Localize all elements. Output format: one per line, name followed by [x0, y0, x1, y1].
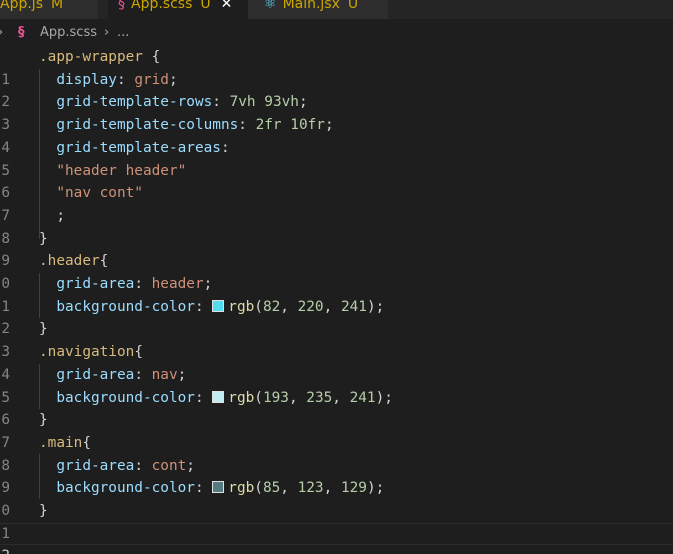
- code-line[interactable]: 3 grid-template-rows: 7vh 93vh;: [0, 91, 673, 133]
- css-selector: .app-wrapper: [39, 49, 143, 65]
- color-swatch[interactable]: [212, 481, 225, 494]
- css-property: background-color: [56, 298, 195, 315]
- css-property: background-color: [56, 389, 195, 406]
- css-value: 10fr: [290, 117, 325, 134]
- close-brace: }: [39, 412, 48, 429]
- css-number: 129: [340, 480, 367, 497]
- tab-app-scss[interactable]: § App.scss U ✕: [108, 0, 248, 19]
- tab-label: Main.jsx: [282, 0, 340, 12]
- css-function: rgb: [228, 480, 255, 497]
- css-function: rgb: [228, 298, 255, 315]
- code-line[interactable]: 1 }: [0, 500, 673, 542]
- code-line[interactable]: 8 .main{: [0, 432, 673, 474]
- css-number: 241: [340, 298, 367, 315]
- breadcrumb-file[interactable]: App.scss: [40, 20, 97, 46]
- code-line[interactable]: 2 display: grid;: [0, 69, 673, 111]
- code-line[interactable]: 2 background-color: rgb(82, 220, 241);: [0, 296, 673, 338]
- sass-file-icon: §: [118, 0, 125, 12]
- sass-file-icon: §: [18, 25, 25, 40]
- code-line[interactable]: 0 background-color: rgb(85, 123, 129);: [0, 477, 673, 519]
- tab-status-untracked: U: [200, 0, 211, 12]
- vscode-window: App.js M § App.scss U ✕ ⚛ Main.jsx U › § App.s…: [0, 0, 673, 554]
- chevron-right-icon[interactable]: ›: [0, 20, 3, 46]
- tab-status-modified: M: [50, 0, 64, 12]
- code-line-current[interactable]: 2: [0, 523, 673, 554]
- code-line[interactable]: 8 ;: [0, 205, 673, 247]
- chevron-right-icon: ›: [104, 25, 110, 40]
- tab-label: App.js: [0, 0, 43, 12]
- css-number: 123: [297, 480, 324, 497]
- css-value: 2fr: [255, 117, 282, 134]
- code-line[interactable]: 4 .navigation{: [0, 341, 673, 383]
- code-editor[interactable]: 1 .app-wrapper { 2 display: grid; 3 grid…: [0, 46, 673, 554]
- css-value: 93vh: [264, 94, 299, 111]
- open-brace: {: [151, 49, 161, 65]
- css-value: grid: [134, 71, 169, 88]
- close-brace: }: [39, 230, 48, 247]
- tab-label: App.scss: [131, 0, 193, 12]
- color-swatch[interactable]: [212, 390, 225, 403]
- css-function: rgb: [228, 389, 255, 406]
- close-icon[interactable]: ✕: [221, 0, 233, 12]
- react-file-icon: ⚛: [264, 0, 277, 12]
- editor-tab-bar: App.js M § App.scss U ✕ ⚛ Main.jsx U: [0, 0, 673, 19]
- close-brace: }: [39, 321, 48, 338]
- code-line[interactable]: 5 grid-template-areas:: [0, 137, 673, 179]
- color-swatch[interactable]: [212, 299, 225, 312]
- breadcrumb: › § App.scss › ...: [0, 20, 673, 46]
- css-property: display: [56, 71, 117, 88]
- open-brace: {: [99, 253, 109, 270]
- close-brace: }: [39, 503, 48, 519]
- code-line[interactable]: 5 grid-area: nav;: [0, 364, 673, 406]
- breadcrumb-symbols[interactable]: ...: [117, 20, 129, 46]
- code-line[interactable]: 1 .app-wrapper {: [0, 46, 673, 88]
- code-line[interactable]: 7 }: [0, 409, 673, 451]
- tab-status-untracked: U: [347, 0, 359, 12]
- code-line[interactable]: 7 "nav cont": [0, 182, 673, 224]
- css-selector: .header: [39, 253, 100, 270]
- css-property: background-color: [56, 480, 195, 497]
- line-number: 2: [0, 545, 10, 554]
- code-line[interactable]: 4 grid-template-columns: 2fr 10fr;: [0, 114, 673, 156]
- css-string: "nav cont": [56, 185, 143, 202]
- css-number: 235: [306, 389, 333, 406]
- css-property: grid-area: [56, 366, 135, 383]
- open-brace: {: [82, 434, 91, 451]
- css-property: grid-area: [56, 276, 135, 292]
- code-line[interactable]: 3 }: [0, 318, 673, 360]
- semicolon: ;: [56, 207, 65, 224]
- open-brace: {: [134, 344, 143, 361]
- css-number: 82: [262, 298, 281, 315]
- css-number: 220: [297, 298, 324, 315]
- code-line[interactable]: 6 background-color: rgb(193, 235, 241);: [0, 387, 673, 429]
- css-value: header: [151, 276, 204, 292]
- tab-app-js[interactable]: App.js M: [0, 0, 98, 19]
- css-selector: .navigation: [39, 344, 135, 361]
- css-property: grid-template-rows: [56, 94, 213, 111]
- code-line[interactable]: 6 "header header": [0, 160, 673, 202]
- code-line[interactable]: 1 grid-area: header;: [0, 273, 673, 315]
- css-value: nav: [151, 366, 178, 383]
- code-line[interactable]: 0 .header{: [0, 250, 673, 292]
- css-selector: .main: [39, 434, 83, 451]
- css-string: "header header": [56, 162, 187, 179]
- css-number: 193: [262, 389, 289, 406]
- css-property: grid-template-areas: [56, 139, 221, 156]
- tab-main-jsx[interactable]: ⚛ Main.jsx U: [248, 0, 388, 19]
- css-value: cont: [151, 457, 187, 474]
- css-property: grid-template-columns: [56, 117, 239, 134]
- code-line[interactable]: 9 grid-area: cont;: [0, 455, 673, 497]
- code-line[interactable]: 9 }: [0, 228, 673, 270]
- css-property: grid-area: [56, 457, 135, 474]
- css-value: 7vh: [229, 94, 256, 111]
- css-number: 241: [349, 389, 376, 406]
- css-number: 85: [262, 480, 281, 497]
